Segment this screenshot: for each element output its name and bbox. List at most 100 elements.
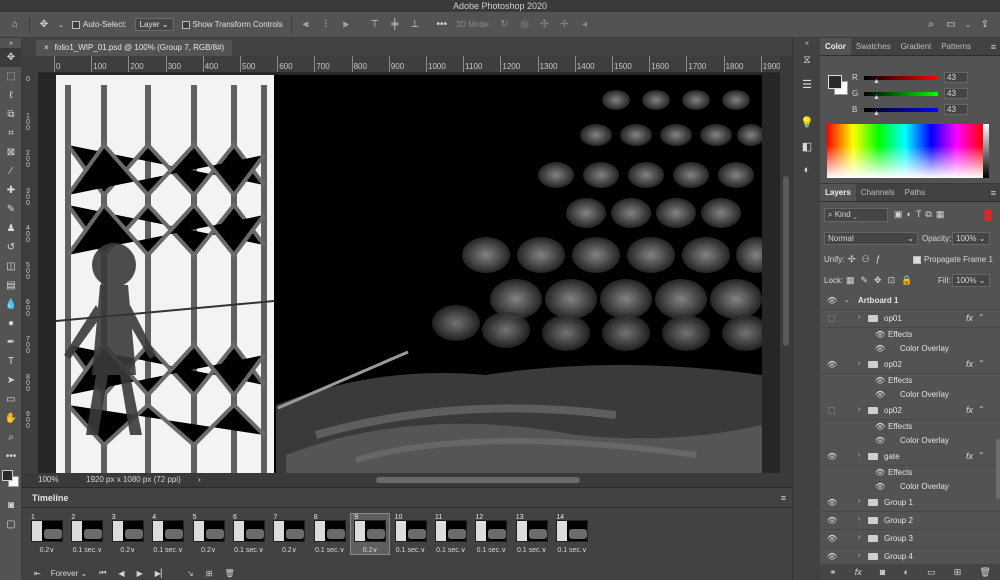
chevron-right-icon[interactable]: › [858,534,860,541]
tab-layers_panel-2[interactable]: Paths [900,184,930,201]
zoom-tool-icon[interactable]: ⌕ [0,428,22,447]
layer-row[interactable]: 👁 › op02 fx ⌃ [820,356,1000,374]
chevron-up-icon[interactable]: ⌃ [978,359,985,368]
layer-filter-dropdown[interactable]: ⌕ Kind ⌄ [824,208,888,222]
eye-icon[interactable]: 👁 [827,296,837,305]
eye-icon[interactable]: 👁 [875,468,885,477]
horizontal-scroll-thumb[interactable] [376,477,580,483]
effect-row[interactable]: 👁 Color Overlay [820,388,1000,402]
red-value[interactable]: 43 [944,72,968,83]
align-left-icon[interactable]: ⫷ [299,18,313,32]
canvas-area[interactable] [38,73,780,473]
layer-name[interactable]: op01 [884,314,902,323]
marquee-tool-icon[interactable]: ⬚ [0,67,22,86]
effect-row[interactable]: 👁 Color Overlay [820,342,1000,356]
eye-icon[interactable]: 👁 [827,516,837,525]
tab-color_panel-2[interactable]: Gradient [896,38,937,55]
show-transform-check[interactable] [181,20,190,29]
timeline-frame[interactable]: 2 0.1 sec.∨ [68,514,106,554]
opacity-field[interactable]: 100% ⌄ [952,232,990,245]
eye-icon[interactable]: 👁 [827,452,837,461]
fx-badge[interactable]: fx [966,313,973,323]
panel-collapse-icon[interactable]: « [793,38,821,48]
gradient-tool-icon[interactable]: ▤ [0,276,22,295]
effects-row[interactable]: 👁 Effects [820,466,1000,480]
layer-row[interactable]: 👁 › gate fx ⌃ [820,448,1000,466]
tween-icon[interactable]: ↘ [187,569,194,578]
layer-row[interactable]: 👁 › Group 3 [820,530,1000,548]
frame-delay[interactable]: 0.2∨ [190,546,228,554]
frame-delay[interactable]: 0.1 sec.∨ [513,546,551,554]
effect-row[interactable]: 👁 Color Overlay [820,480,1000,494]
timeline-frame[interactable]: 8 0.1 sec.∨ [311,514,349,554]
trash-icon[interactable]: 🗑 [224,569,234,578]
layer-name[interactable]: op02 [884,406,902,415]
align-top-icon[interactable]: ⊤ [368,18,382,32]
timeline-frame[interactable]: 4 0.1 sec.∨ [149,514,187,554]
tab-color_panel-1[interactable]: Swatches [851,38,896,55]
layer-name[interactable]: op02 [884,360,902,369]
align-bottom-icon[interactable]: ⊥ [408,18,422,32]
eye-icon[interactable]: 👁 [875,390,885,399]
chevron-right-icon[interactable]: › [858,314,860,321]
vertical-ruler[interactable]: 0 1 0 0 2 0 0 3 0 0 4 0 0 5 0 0 6 0 0 7 0 0 8 0 … [22,73,38,473]
artboard-canvas[interactable] [56,75,762,473]
next-frame-icon[interactable]: ▶︎▏ [155,569,167,578]
tab-color_panel-3[interactable]: Patterns [936,38,976,55]
timeline-frame[interactable]: 6 0.1 sec.∨ [230,514,268,554]
visibility-toggle[interactable] [828,407,835,414]
properties-icon[interactable]: ☰ [793,72,821,96]
link-layers-icon[interactable]: ⚭ [829,567,837,578]
adjustment-layer-icon[interactable]: ◐ [903,567,908,577]
chevron-up-icon[interactable]: ⌃ [978,405,985,414]
effects-row[interactable]: 👁 Effects [820,374,1000,388]
eye-icon[interactable]: 👁 [875,482,885,491]
3d-video-icon[interactable]: ◂ [577,18,591,32]
timeline-frame[interactable]: 1 0.2∨ [28,514,66,554]
align-center-icon[interactable]: ⫶ [319,18,333,32]
eye-icon[interactable]: 👁 [827,552,837,561]
visibility-toggle[interactable] [828,315,835,322]
eye-icon[interactable]: 👁 [875,376,885,385]
zoom-level[interactable]: 100% [38,473,58,487]
bulb-icon[interactable]: 💡 [793,110,821,134]
layer-name[interactable]: gate [884,452,900,461]
chevron-up-icon[interactable]: ⌃ [978,313,985,322]
blue-value[interactable]: 43 [944,104,968,115]
hand-tool-icon[interactable]: ✋ [0,409,22,428]
history-icon[interactable]: ⧖ [793,48,821,72]
show-transform-checkbox[interactable]: Show Transform Controls [178,12,287,38]
foreground-color-chip[interactable] [828,75,842,89]
chevron-right-icon[interactable]: › [858,406,860,413]
panel-menu-icon[interactable]: ≡ [781,493,786,503]
new-layer-icon[interactable]: ⊞ [954,567,962,578]
fx-icon[interactable]: fx [855,567,862,577]
history-brush-tool-icon[interactable]: ↺ [0,238,22,257]
timeline-frame[interactable]: 5 0.2∨ [190,514,228,554]
horizontal-ruler[interactable]: 0 100 200 300 400 500 600 700 800 900 1000 1100 1200… [38,56,781,73]
align-middle-icon[interactable]: ╪ [388,18,402,32]
vertical-scroll-thumb[interactable] [783,176,789,346]
chevron-right-icon[interactable]: › [858,516,860,523]
ruler-origin[interactable] [22,56,38,73]
chevron-right-icon[interactable]: › [858,498,860,505]
eyedropper-tool-icon[interactable]: ⁄ [0,162,22,181]
search-icon[interactable]: ⌕ [924,18,938,32]
tab-layers_panel-1[interactable]: Channels [856,184,900,201]
crop-tool-icon[interactable]: ⌗ [0,124,22,143]
workspace-icon[interactable]: ▭ [944,18,958,32]
frame-delay[interactable]: 0.1 sec.∨ [68,546,106,554]
healing-brush-tool-icon[interactable]: ✚ [0,181,22,200]
eye-icon[interactable]: 👁 [875,344,885,353]
timeline-frame[interactable]: 3 0.2∨ [109,514,147,554]
close-icon[interactable]: × [44,43,49,52]
fill-field[interactable]: 100% ⌄ [952,274,990,287]
green-slider-handle[interactable]: ▲ [873,94,880,101]
fx-badge[interactable]: fx [966,405,973,415]
quick-mask-icon[interactable]: ◙ [0,496,22,515]
frame-delay[interactable]: 0.2∨ [270,546,308,554]
timeline-frame[interactable]: 12 0.1 sec.∨ [472,514,510,554]
object-select-tool-icon[interactable]: ⧉ [0,105,22,124]
timeline-frame[interactable]: 9 0.2∨ [350,513,391,555]
3d-orbit-icon[interactable]: ↻ [497,18,511,32]
